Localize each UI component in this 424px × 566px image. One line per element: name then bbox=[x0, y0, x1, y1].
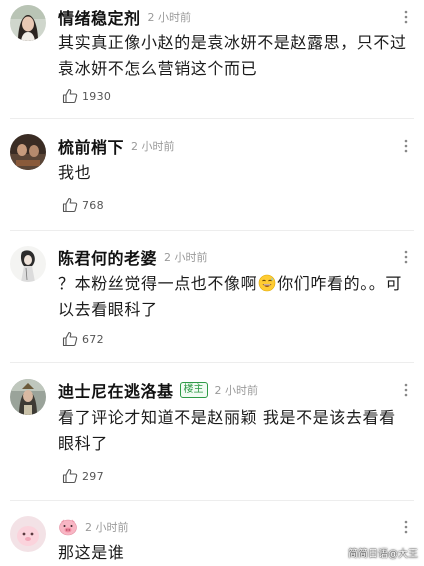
more-options-icon[interactable] bbox=[398, 519, 414, 535]
avatar-costume-figure-icon bbox=[10, 379, 46, 415]
comment-time: 2 小时前 bbox=[147, 11, 192, 24]
user-avatar[interactable] bbox=[10, 516, 46, 552]
more-options-icon[interactable] bbox=[398, 9, 414, 25]
like-button[interactable]: 672 bbox=[62, 330, 104, 348]
comment-text-part: ？本粉丝觉得一点也不像啊 bbox=[58, 274, 258, 293]
pig-face-emoji-icon[interactable] bbox=[58, 518, 78, 536]
divider bbox=[10, 362, 414, 363]
divider bbox=[10, 500, 414, 501]
thumbs-up-icon bbox=[62, 88, 78, 104]
comment-text: 我也 bbox=[58, 163, 92, 182]
divider bbox=[10, 230, 414, 231]
like-count: 297 bbox=[82, 469, 104, 483]
comment-time: 2 小时前 bbox=[164, 251, 208, 264]
thumbs-up-icon bbox=[62, 468, 78, 484]
thumbs-up-icon bbox=[62, 197, 78, 213]
username[interactable]: 情绪稳定剂 bbox=[58, 5, 141, 29]
avatar-dark-photo-icon bbox=[10, 134, 46, 170]
like-count: 1930 bbox=[82, 89, 112, 103]
more-options-icon[interactable] bbox=[398, 249, 414, 265]
more-options-icon[interactable] bbox=[398, 138, 414, 154]
more-options-icon[interactable] bbox=[398, 382, 414, 398]
avatar-ink-figure-icon bbox=[10, 246, 46, 282]
avatar-pink-cartoon-icon bbox=[10, 516, 46, 552]
author-badge: 楼主 bbox=[179, 382, 208, 398]
like-count: 672 bbox=[82, 332, 104, 346]
divider bbox=[10, 118, 414, 119]
avatar-woman-portrait-icon bbox=[10, 5, 46, 41]
comment-time: 2 小时前 bbox=[85, 521, 129, 534]
user-avatar[interactable] bbox=[10, 5, 46, 41]
like-count: 768 bbox=[82, 198, 104, 212]
comment-text: ？本粉丝觉得一点也不像啊 你们咋看的。。可以去看眼科了 bbox=[58, 271, 410, 323]
comment-time: 2 小时前 bbox=[214, 384, 259, 397]
user-avatar[interactable] bbox=[10, 134, 46, 170]
username[interactable]: 梳前梢下 bbox=[58, 134, 124, 158]
like-button[interactable]: 297 bbox=[62, 467, 104, 485]
comment-time: 2 小时前 bbox=[131, 140, 175, 153]
grinning-sweat-emoji-icon bbox=[258, 274, 276, 292]
username[interactable]: 陈君何的老婆 bbox=[58, 245, 157, 269]
user-avatar[interactable] bbox=[10, 379, 46, 415]
like-button[interactable]: 768 bbox=[62, 196, 104, 214]
username[interactable]: 迪士尼在逃洛基 bbox=[58, 378, 174, 402]
comment-text: 看了评论才知道不是赵丽颖 我是不是该去看看眼科了 bbox=[58, 408, 396, 453]
comment-text: 其实真正像小赵的是袁冰妍不是赵露思，只不过袁冰妍不怎么营销这个而已 bbox=[58, 33, 407, 78]
like-button[interactable]: 1930 bbox=[62, 87, 111, 105]
watermark: 简简日语@大王 bbox=[348, 549, 418, 560]
user-avatar[interactable] bbox=[10, 246, 46, 282]
thumbs-up-icon bbox=[62, 331, 78, 347]
